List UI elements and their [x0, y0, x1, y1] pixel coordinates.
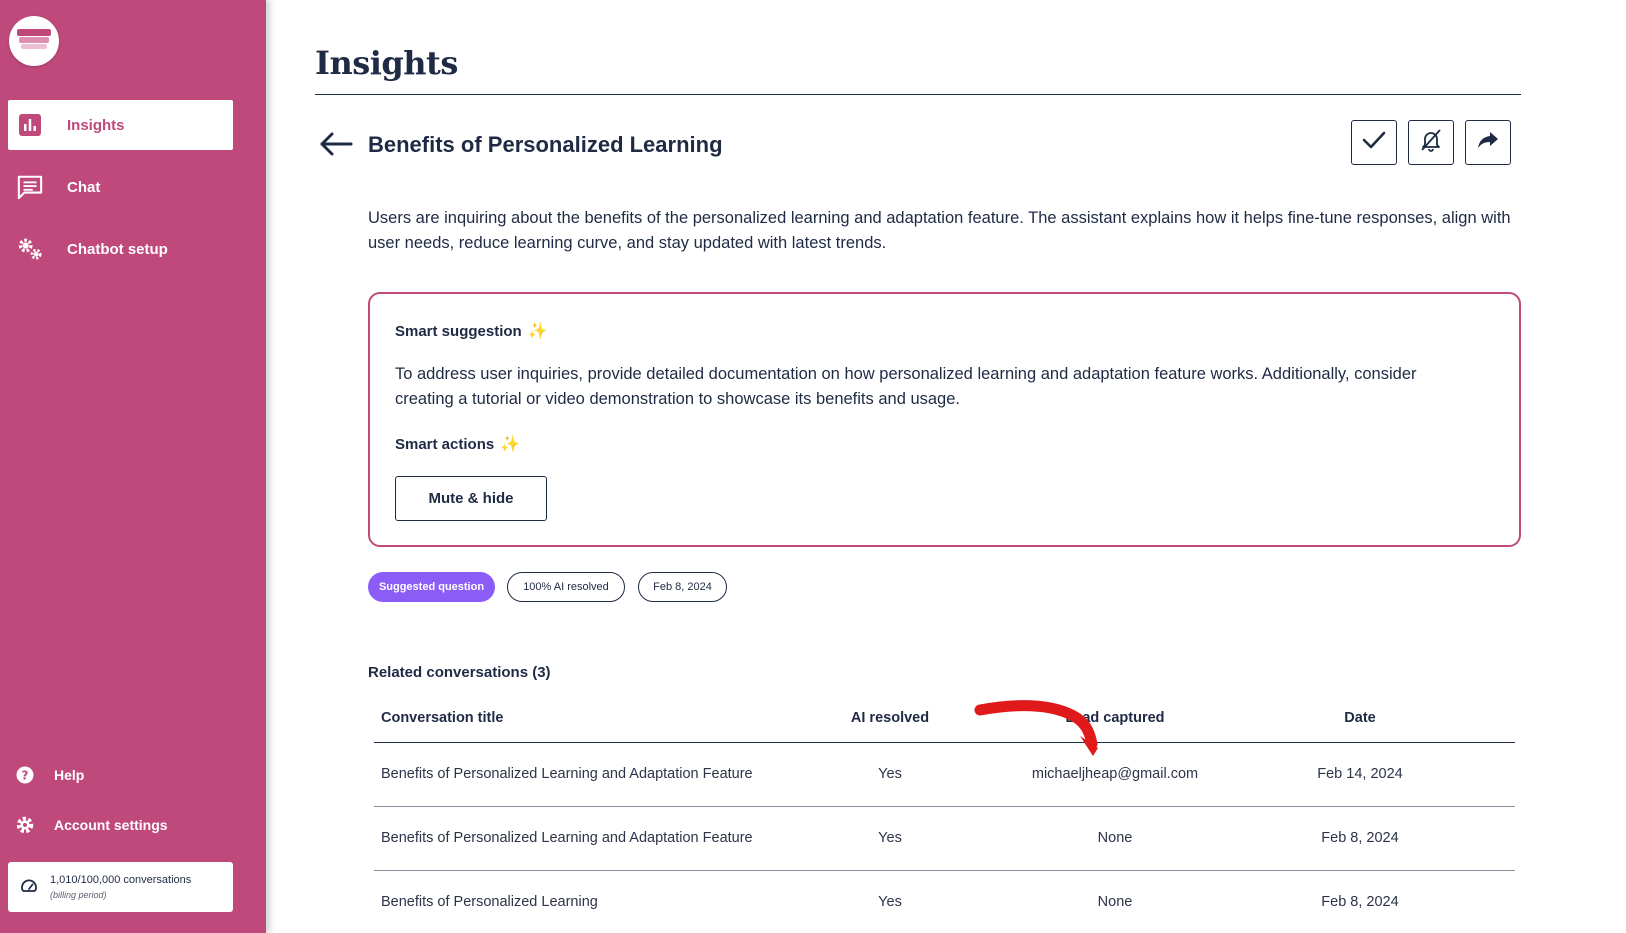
- insight-summary: Users are inquiring about the benefits o…: [368, 209, 1511, 252]
- usage-meter[interactable]: 1,010/100,000 conversations (billing per…: [8, 862, 233, 912]
- sidebar-item-label: Insights: [67, 116, 125, 134]
- svg-text:?: ?: [22, 769, 29, 783]
- usage-count: 1,010/100,000 conversations: [50, 874, 192, 886]
- smart-suggestion-card: Smart suggestion ✨ To address user inqui…: [368, 292, 1521, 547]
- sidebar-item-label: Chat: [67, 178, 101, 196]
- page-title: Insights: [315, 44, 458, 82]
- insight-title: Benefits of Personalized Learning: [368, 132, 723, 157]
- sidebar-item-chatbot-setup[interactable]: Chatbot setup: [8, 224, 233, 274]
- chat-icon: [17, 174, 43, 200]
- usage-period: (billing period): [50, 890, 107, 900]
- help-icon: ?: [16, 766, 34, 784]
- tag-suggested-question: Suggested question: [368, 572, 495, 602]
- sidebar-item-chat[interactable]: Chat: [8, 162, 233, 212]
- sidebar-item-label: Chatbot setup: [67, 240, 168, 258]
- smart-suggestion-heading: Smart suggestion ✨: [395, 322, 548, 341]
- arrow-left-icon: [319, 132, 353, 161]
- smart-actions-heading: Smart actions ✨: [395, 435, 521, 454]
- column-header-lead-captured: Lead captured: [1065, 710, 1165, 726]
- cell-title: Benefits of Personalized Learning and Ad…: [381, 766, 753, 782]
- back-button[interactable]: [318, 131, 354, 161]
- share-icon: [1477, 130, 1499, 155]
- sidebar-item-label: Help: [54, 767, 85, 783]
- cell-date: Feb 8, 2024: [1321, 830, 1399, 846]
- mute-button[interactable]: [1408, 120, 1454, 165]
- column-header-date: Date: [1344, 710, 1376, 726]
- cell-lead-captured: None: [1097, 830, 1133, 846]
- sidebar-item-account-settings[interactable]: Account settings: [16, 816, 168, 834]
- table-row[interactable]: Benefits of Personalized Learning and Ad…: [374, 743, 1515, 807]
- speedometer-icon: [20, 878, 38, 896]
- related-conversations-table: Conversation title AI resolved Lead capt…: [374, 700, 1515, 933]
- mute-and-hide-button[interactable]: Mute & hide: [395, 476, 547, 521]
- table-row[interactable]: Benefits of Personalized Learning Yes No…: [374, 871, 1515, 933]
- sidebar-item-insights[interactable]: Insights: [8, 100, 233, 150]
- table-header: Conversation title AI resolved Lead capt…: [374, 700, 1515, 743]
- gears-icon: [17, 236, 43, 262]
- title-divider: [315, 94, 1521, 95]
- sparkle-icon: ✨: [500, 436, 521, 453]
- cell-date: Feb 8, 2024: [1321, 894, 1399, 910]
- column-header-ai-resolved: AI resolved: [850, 710, 930, 726]
- share-button[interactable]: [1465, 120, 1511, 165]
- cell-ai-resolved: Yes: [878, 830, 902, 846]
- cell-ai-resolved: Yes: [878, 766, 902, 782]
- cell-date: Feb 14, 2024: [1317, 766, 1403, 782]
- resolve-button[interactable]: [1351, 120, 1397, 165]
- sidebar: Insights Chat Chatbot setup ? Help Accou…: [0, 0, 266, 933]
- sidebar-item-help[interactable]: ? Help: [16, 766, 84, 784]
- check-icon: [1362, 130, 1386, 155]
- cell-ai-resolved: Yes: [878, 894, 902, 910]
- bar-chart-icon: [17, 112, 43, 138]
- bell-off-icon: [1419, 128, 1443, 157]
- related-conversations-heading: Related conversations (3): [368, 664, 551, 681]
- sidebar-item-label: Account settings: [54, 817, 168, 833]
- sparkle-icon: ✨: [527, 323, 548, 340]
- smart-suggestion-text: To address user inquiries, provide detai…: [395, 365, 1417, 408]
- column-header-title: Conversation title: [381, 710, 504, 726]
- cell-lead-captured: michaeljheap@gmail.com: [1031, 766, 1199, 782]
- cell-lead-captured: None: [1097, 894, 1133, 910]
- app-logo[interactable]: [9, 16, 59, 66]
- cell-title: Benefits of Personalized Learning: [381, 894, 598, 910]
- gear-icon: [16, 816, 34, 834]
- table-row[interactable]: Benefits of Personalized Learning and Ad…: [374, 807, 1515, 871]
- cell-title: Benefits of Personalized Learning and Ad…: [381, 830, 753, 846]
- tag-date: Feb 8, 2024: [638, 572, 727, 602]
- tag-ai-resolved: 100% AI resolved: [507, 572, 625, 602]
